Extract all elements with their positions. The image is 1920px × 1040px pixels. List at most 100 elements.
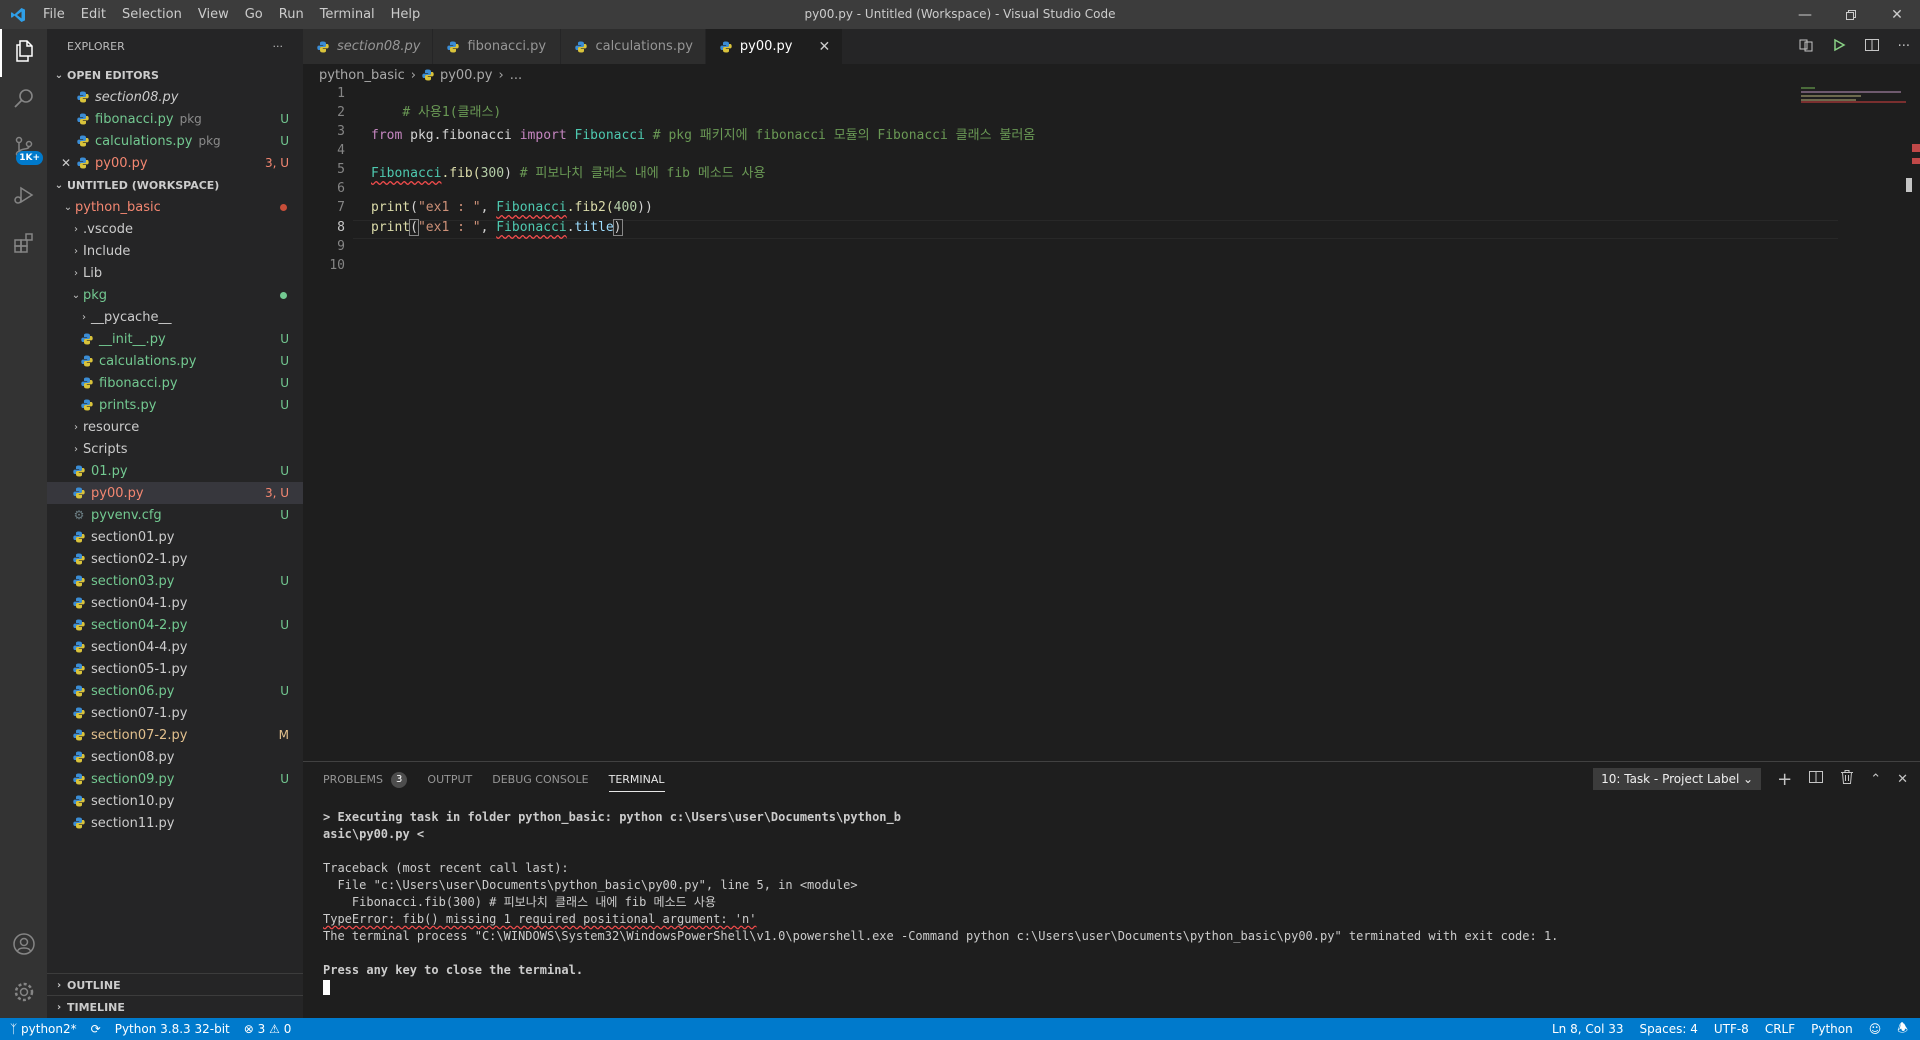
tree-file[interactable]: __init__.py U (47, 328, 303, 350)
tree-file[interactable]: section04-2.py U (47, 614, 303, 636)
problems-item[interactable]: ⊗ 3 ⚠ 0 (244, 1022, 292, 1036)
interpreter-item[interactable]: Python 3.8.3 32-bit (115, 1022, 230, 1036)
accounts-activity[interactable] (0, 922, 47, 970)
cursor-position[interactable]: Ln 8, Col 33 (1552, 1022, 1624, 1036)
language-mode[interactable]: Python (1811, 1022, 1853, 1036)
bell-icon[interactable]: 🕭 (1897, 1019, 1908, 1040)
open-editor-item[interactable]: fibonacci.py pkg U (47, 108, 303, 130)
tree-file[interactable]: section06.py U (47, 680, 303, 702)
feedback-icon[interactable]: ☺ (1869, 1022, 1882, 1036)
tab-terminal[interactable]: TERMINAL (608, 768, 665, 792)
source-control-activity[interactable]: 1K+ (0, 125, 47, 173)
menu-terminal[interactable]: Terminal (312, 0, 383, 29)
run-activity[interactable] (0, 173, 47, 221)
tree-file[interactable]: section01.py (47, 526, 303, 548)
tree-file[interactable]: section07-2.py M (47, 724, 303, 746)
terminal-line: Fibonacci.fib(300) # 피보나치 클래스 내에 fib 메소드… (323, 895, 716, 909)
tree-file[interactable]: fibonacci.py U (47, 372, 303, 394)
tree-file[interactable]: section04-4.py (47, 636, 303, 658)
tree-file[interactable]: calculations.py U (47, 350, 303, 372)
tree-file[interactable]: prints.py U (47, 394, 303, 416)
split-editor-icon[interactable] (1864, 37, 1880, 57)
tree-file[interactable]: section02-1.py (47, 548, 303, 570)
tab-debug-console[interactable]: DEBUG CONSOLE (492, 762, 588, 797)
trash-icon[interactable] (1840, 769, 1854, 789)
outline-header[interactable]: › OUTLINE (47, 974, 303, 996)
tree-folder[interactable]: › Include (47, 240, 303, 262)
open-editor-item[interactable]: section08.py (47, 86, 303, 108)
timeline-header[interactable]: › TIMELINE (47, 996, 303, 1018)
tab-problems[interactable]: PROBLEMS 3 (323, 762, 408, 797)
tree-file[interactable]: 01.py U (47, 460, 303, 482)
tree-file[interactable]: section07-1.py (47, 702, 303, 724)
close-panel-icon[interactable]: ✕ (1897, 772, 1908, 787)
breadcrumb-file[interactable]: py00.py (440, 68, 493, 83)
method-call: .fib( (441, 166, 481, 181)
tree-file[interactable]: ⚙ pyvenv.cfg U (47, 504, 303, 526)
open-editors-header[interactable]: ⌄ OPEN EDITORS (47, 64, 303, 86)
open-editor-item[interactable]: ✕ py00.py 3, U (47, 152, 303, 174)
python-file-icon (79, 331, 95, 347)
manage-activity[interactable] (0, 970, 47, 1018)
explorer-activity[interactable] (0, 29, 47, 77)
chevron-down-icon: ⌄ (54, 179, 64, 191)
tree-folder[interactable]: › resource (47, 416, 303, 438)
close-editor-icon[interactable]: ✕ (61, 156, 75, 170)
tree-file[interactable]: section11.py (47, 812, 303, 834)
maximize-panel-icon[interactable]: ⌃ (1870, 772, 1881, 787)
end-of-line[interactable]: CRLF (1765, 1022, 1795, 1036)
menu-view[interactable]: View (190, 0, 237, 29)
tree-folder[interactable]: › Lib (47, 262, 303, 284)
tree-folder[interactable]: ⌄ pkg (47, 284, 303, 306)
menu-go[interactable]: Go (237, 0, 271, 29)
split-terminal-icon[interactable] (1808, 769, 1824, 789)
minimize-icon[interactable]: — (1782, 0, 1828, 29)
code-editor[interactable]: 1 2 3 4 5 6 7 8 9 10 # 사용1(클래스) from pkg… (303, 86, 1920, 761)
more-actions-icon[interactable]: ··· (1898, 39, 1910, 54)
terminal-select[interactable]: 10: Task - Project Label ⌄ (1593, 768, 1762, 790)
breadcrumb-folder[interactable]: python_basic (319, 68, 405, 83)
tab-calculations[interactable]: calculations.py (561, 29, 706, 64)
tree-folder[interactable]: › Scripts (47, 438, 303, 460)
tree-file[interactable]: section10.py (47, 790, 303, 812)
minimap[interactable] (1801, 86, 1906, 126)
tree-file[interactable]: section09.py U (47, 768, 303, 790)
extensions-activity[interactable] (0, 221, 47, 269)
tab-fibonacci[interactable]: fibonacci.py (433, 29, 562, 64)
tab-section08[interactable]: section08.py (303, 29, 434, 64)
breadcrumb-symbol[interactable]: ... (510, 68, 522, 83)
open-changes-icon[interactable] (1798, 37, 1814, 57)
terminal-output[interactable]: > Executing task in folder python_basic:… (323, 809, 1558, 996)
menu-selection[interactable]: Selection (114, 0, 190, 29)
tree-folder[interactable]: ⌄ python_basic (47, 196, 303, 218)
indentation[interactable]: Spaces: 4 (1640, 1022, 1698, 1036)
close-tab-icon[interactable]: ✕ (818, 39, 830, 55)
tab-output[interactable]: OUTPUT (427, 762, 472, 797)
tree-file[interactable]: section08.py (47, 746, 303, 768)
tab-py00[interactable]: py00.py ✕ (705, 29, 844, 64)
more-actions-icon[interactable]: ··· (273, 40, 284, 53)
tree-folder[interactable]: › __pycache__ (47, 306, 303, 328)
tree-file-selected[interactable]: py00.py 3, U (47, 482, 303, 504)
open-editor-item[interactable]: calculations.py pkg U (47, 130, 303, 152)
overview-ruler[interactable] (1906, 86, 1920, 761)
menu-help[interactable]: Help (383, 0, 429, 29)
branch-item[interactable]: ᛉ python2* (10, 1022, 77, 1036)
encoding[interactable]: UTF-8 (1714, 1022, 1749, 1036)
tree-folder[interactable]: › .vscode (47, 218, 303, 240)
close-window-icon[interactable]: ✕ (1874, 0, 1920, 29)
tree-file[interactable]: section05-1.py (47, 658, 303, 680)
run-file-icon[interactable] (1832, 38, 1846, 56)
menu-run[interactable]: Run (271, 0, 312, 29)
tree-file[interactable]: section04-1.py (47, 592, 303, 614)
search-activity[interactable] (0, 77, 47, 125)
workspace-header[interactable]: ⌄ UNTITLED (WORKSPACE) (47, 174, 303, 196)
sync-icon[interactable]: ⟳ (91, 1022, 101, 1036)
tree-file[interactable]: section03.py U (47, 570, 303, 592)
menu-file[interactable]: File (35, 0, 73, 29)
restore-icon[interactable] (1828, 0, 1874, 29)
git-status: U (280, 574, 289, 588)
new-terminal-icon[interactable]: + (1777, 769, 1792, 790)
menu-edit[interactable]: Edit (73, 0, 114, 29)
timeline-label: TIMELINE (67, 1000, 125, 1014)
